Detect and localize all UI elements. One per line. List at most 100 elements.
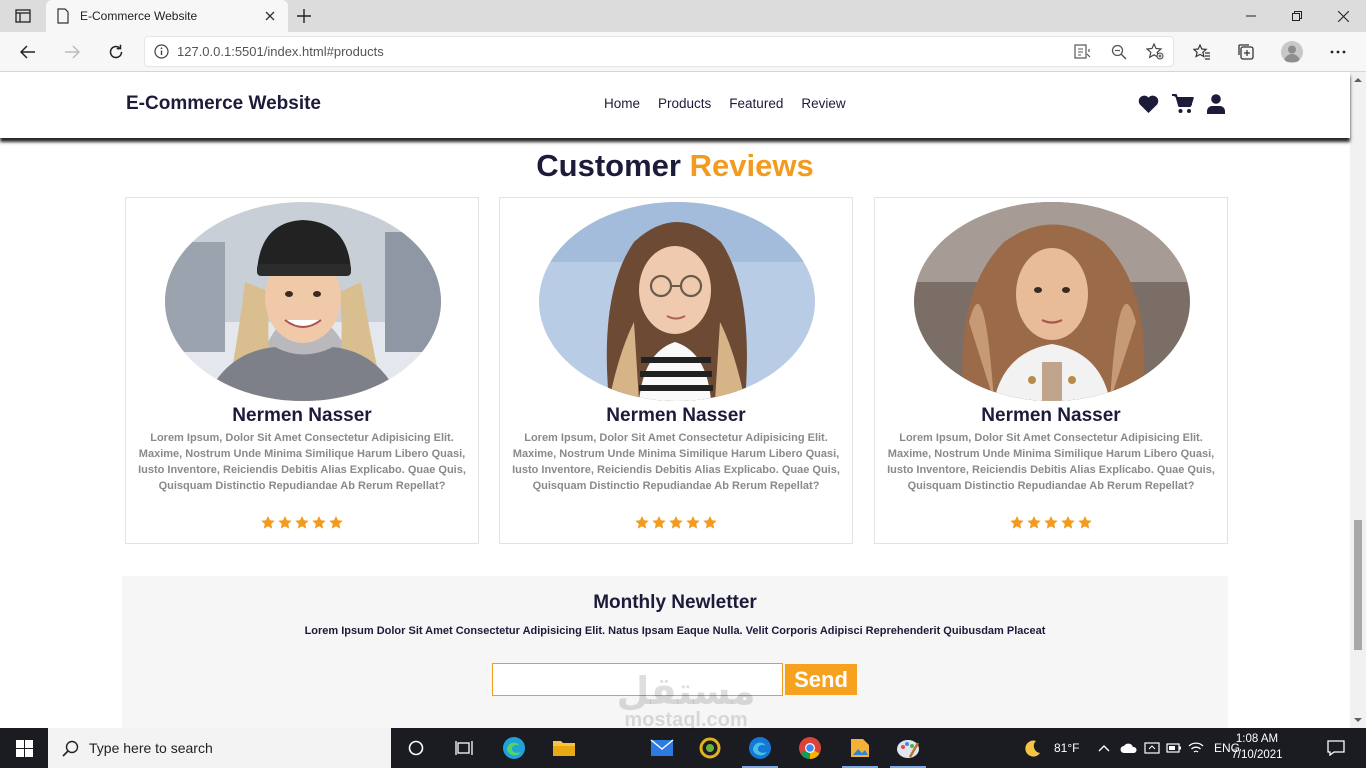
- reviews-heading-accent: Reviews: [689, 148, 814, 183]
- star-icon: [312, 516, 326, 529]
- clock-date: 7/10/2021: [1231, 749, 1283, 761]
- weather-widget[interactable]: 81°F: [1024, 728, 1079, 768]
- profile-avatar[interactable]: [1278, 38, 1306, 66]
- file-explorer-icon[interactable]: [540, 728, 588, 768]
- site-logo[interactable]: E-Commerce Website: [126, 93, 321, 115]
- scroll-down-icon[interactable]: [1354, 716, 1362, 724]
- back-button[interactable]: [14, 38, 42, 66]
- chevron-up-icon[interactable]: [1098, 744, 1110, 752]
- favorites-icon[interactable]: [1188, 38, 1216, 66]
- newsletter-title: Monthly Newletter: [593, 592, 757, 613]
- star-icon: [1010, 516, 1024, 529]
- page-scrollbar[interactable]: [1350, 72, 1366, 728]
- address-bar[interactable]: 127.0.0.1:5501/index.html#products: [144, 36, 1174, 67]
- site-info-icon[interactable]: [145, 44, 177, 59]
- battery-icon[interactable]: [1166, 742, 1182, 754]
- star-icon: [703, 516, 717, 529]
- immersive-reader-icon[interactable]: [1065, 44, 1101, 59]
- add-favorite-icon[interactable]: [1137, 43, 1173, 60]
- tab-close-icon[interactable]: [262, 8, 278, 24]
- reviewer-name: Nermen Nasser: [232, 405, 372, 426]
- star-icon: [686, 516, 700, 529]
- review-text: Lorem Ipsum, Dolor Sit Amet Consectetur …: [512, 432, 840, 492]
- newsletter-text: Lorem Ipsum Dolor Sit Amet Consectetur A…: [304, 625, 1046, 637]
- chrome-icon[interactable]: [786, 728, 834, 768]
- header-icons: [1138, 94, 1225, 114]
- main-nav: Home Products Featured Review: [604, 96, 846, 111]
- send-button[interactable]: Send: [785, 664, 857, 695]
- url-text: 127.0.0.1:5501/index.html#products: [177, 44, 384, 59]
- refresh-button[interactable]: [102, 38, 130, 66]
- browser-tabstrip: E-Commerce Website: [0, 0, 1366, 32]
- reviewer-photo: [914, 202, 1190, 401]
- page-favicon-icon: [56, 8, 70, 24]
- minimize-button[interactable]: [1228, 0, 1274, 32]
- rating-stars: [500, 516, 852, 529]
- cortana-icon[interactable]: [392, 728, 440, 768]
- edge-active-taskbar-icon[interactable]: [736, 728, 784, 768]
- reviewer-name: Nermen Nasser: [981, 405, 1121, 426]
- moon-icon: [1025, 740, 1040, 757]
- photos-icon[interactable]: [836, 728, 884, 768]
- mail-icon[interactable]: [638, 728, 686, 768]
- star-icon: [1061, 516, 1075, 529]
- review-card: Nermen Nasser Lorem Ipsum, Dolor Sit Ame…: [874, 197, 1228, 544]
- star-icon: [1078, 516, 1092, 529]
- review-card: Nermen Nasser Lorem Ipsum, Dolor Sit Ame…: [499, 197, 853, 544]
- newsletter-email-input[interactable]: [492, 663, 783, 696]
- reviews-heading: Customer Reviews: [0, 148, 1350, 184]
- star-icon: [329, 516, 343, 529]
- wifi-icon[interactable]: [1188, 741, 1204, 755]
- tab-title: E-Commerce Website: [80, 9, 198, 23]
- star-icon: [295, 516, 309, 529]
- taskbar-search-box[interactable]: Type here to search: [48, 728, 391, 768]
- newsletter-section: Monthly Newletter Lorem Ipsum Dolor Sit …: [122, 576, 1228, 728]
- star-icon: [278, 516, 292, 529]
- task-view-icon[interactable]: [440, 728, 488, 768]
- paint-icon[interactable]: [884, 728, 932, 768]
- star-icon: [652, 516, 666, 529]
- review-card: Nermen Nasser Lorem Ipsum, Dolor Sit Ame…: [125, 197, 479, 544]
- star-icon: [261, 516, 275, 529]
- zoom-icon[interactable]: [1101, 44, 1137, 60]
- nav-review[interactable]: Review: [801, 96, 845, 111]
- edge-taskbar-icon[interactable]: [490, 728, 538, 768]
- rating-stars: [875, 516, 1227, 529]
- notifications-icon[interactable]: [1312, 728, 1360, 768]
- network-icon[interactable]: [1144, 740, 1160, 756]
- reviewer-name: Nermen Nasser: [606, 405, 746, 426]
- restore-button[interactable]: [1274, 0, 1320, 32]
- user-icon[interactable]: [1207, 94, 1225, 114]
- forward-button[interactable]: [58, 38, 86, 66]
- collections-icon[interactable]: [1232, 38, 1260, 66]
- nav-home[interactable]: Home: [604, 96, 640, 111]
- rating-stars: [126, 516, 478, 529]
- browser-tab[interactable]: E-Commerce Website: [46, 0, 288, 32]
- new-tab-button[interactable]: [294, 7, 314, 25]
- heart-icon[interactable]: [1138, 95, 1159, 114]
- star-icon: [635, 516, 649, 529]
- review-text: Lorem Ipsum, Dolor Sit Amet Consectetur …: [887, 432, 1215, 492]
- nav-products[interactable]: Products: [658, 96, 711, 111]
- windows-taskbar: Type here to search 81°F ENG 1:08 AM 7/1…: [0, 728, 1366, 768]
- scroll-up-icon[interactable]: [1354, 76, 1362, 84]
- reviews-heading-main: Customer: [536, 148, 681, 183]
- app-icon[interactable]: [686, 728, 734, 768]
- star-icon: [1044, 516, 1058, 529]
- windows-start-icon[interactable]: [0, 728, 48, 768]
- clock-time: 1:08 AM: [1235, 733, 1279, 745]
- browser-toolbar: 127.0.0.1:5501/index.html#products: [0, 32, 1366, 72]
- nav-featured[interactable]: Featured: [729, 96, 783, 111]
- weather-temp: 81°F: [1054, 741, 1080, 755]
- more-menu-icon[interactable]: [1324, 38, 1352, 66]
- reviewer-photo: [165, 202, 441, 401]
- taskbar-clock[interactable]: 1:08 AM 7/10/2021: [1222, 731, 1292, 763]
- close-window-button[interactable]: [1320, 0, 1366, 32]
- onedrive-icon[interactable]: [1120, 742, 1138, 754]
- search-icon: [62, 740, 79, 757]
- tab-actions-icon[interactable]: [8, 6, 38, 26]
- page-viewport: E-Commerce Website Home Products Feature…: [0, 72, 1366, 728]
- scrollbar-thumb[interactable]: [1354, 520, 1362, 650]
- cart-icon[interactable]: [1172, 94, 1194, 114]
- star-icon: [1027, 516, 1041, 529]
